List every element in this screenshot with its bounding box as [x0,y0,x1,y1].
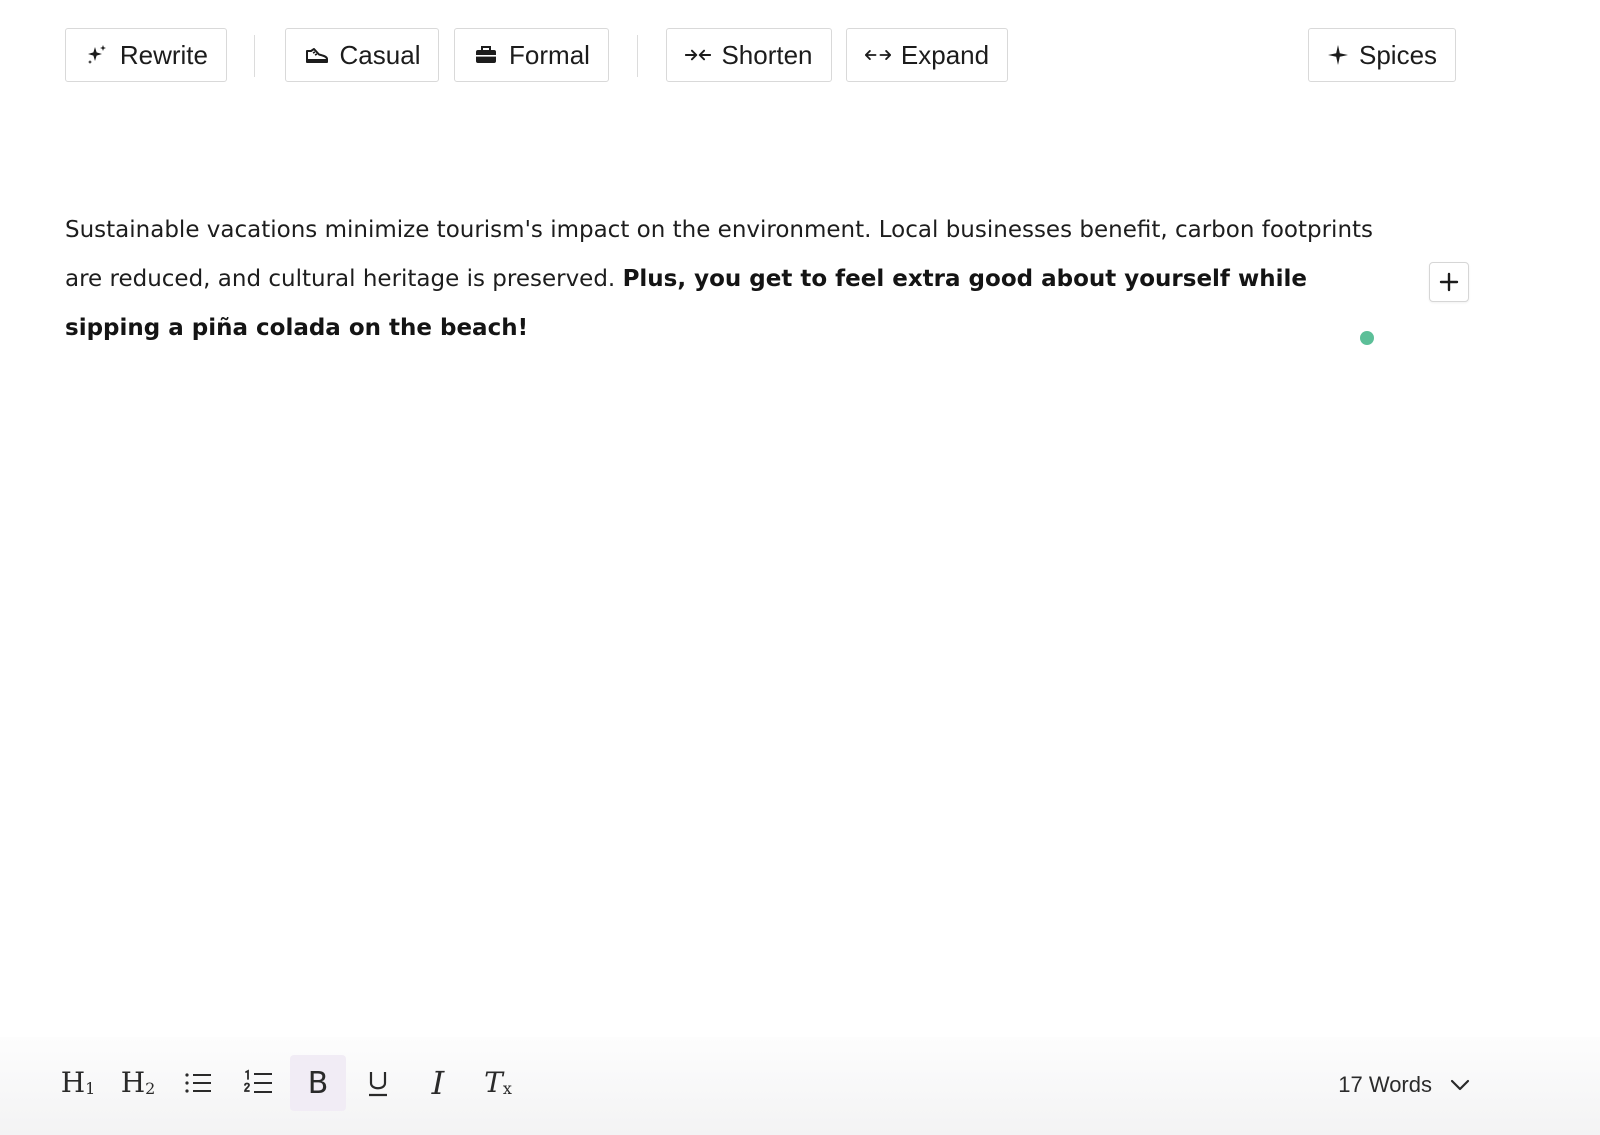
casual-button[interactable]: Casual [285,28,439,82]
heading-2-button[interactable]: H2 [110,1055,166,1111]
spices-button[interactable]: Spices [1308,28,1456,82]
heading-1-button[interactable]: H1 [50,1055,106,1111]
underline-icon [366,1069,390,1097]
sparkle-icon [1327,42,1349,68]
sneaker-icon [304,42,330,68]
collaborator-cursor [1360,331,1374,345]
arrows-in-icon [685,42,712,68]
shorten-button[interactable]: Shorten [666,28,832,82]
rewrite-label: Rewrite [119,39,208,70]
underline-button[interactable] [350,1055,406,1111]
editor-content[interactable]: Sustainable vacations minimize tourism's… [65,206,1390,353]
bold-icon: B [307,1065,329,1101]
spices-label: Spices [1358,39,1438,70]
add-block-button[interactable] [1429,262,1469,302]
arrows-out-icon [864,42,891,68]
numbered-list-icon [243,1069,273,1097]
clear-format-button[interactable]: Tx [470,1055,526,1111]
rewrite-button[interactable]: Rewrite [65,28,227,82]
word-count: 17 Words [1338,1072,1432,1097]
clear-format-icon: Tx [484,1066,512,1099]
sparkles-icon [84,42,110,68]
format-toolbar: H1 H2 B I Tx 17 Words [0,1037,1600,1135]
numbered-list-button[interactable] [230,1055,286,1111]
formal-label: Formal [509,39,590,70]
heading-2-icon: H2 [120,1066,156,1099]
bullet-list-icon [184,1071,212,1095]
expand-button[interactable]: Expand [846,28,1008,82]
heading-1-icon: H1 [60,1066,96,1099]
toolbar-divider [637,35,638,77]
chevron-down-icon [1450,1079,1470,1091]
word-count-dropdown[interactable]: 17 Words [1338,1065,1470,1105]
shorten-label: Shorten [721,39,813,70]
bold-button[interactable]: B [290,1055,346,1111]
plus-icon [1439,272,1459,292]
briefcase-icon [473,42,499,68]
toolbar-divider [254,35,255,77]
formal-button[interactable]: Formal [454,28,609,82]
expand-label: Expand [900,39,990,70]
bullet-list-button[interactable] [170,1055,226,1111]
casual-label: Casual [339,39,421,70]
ai-toolbar: Rewrite Casual Formal Shorten Expand Spi… [65,28,1535,84]
italic-button[interactable]: I [410,1055,466,1111]
italic-icon: I [431,1064,445,1102]
